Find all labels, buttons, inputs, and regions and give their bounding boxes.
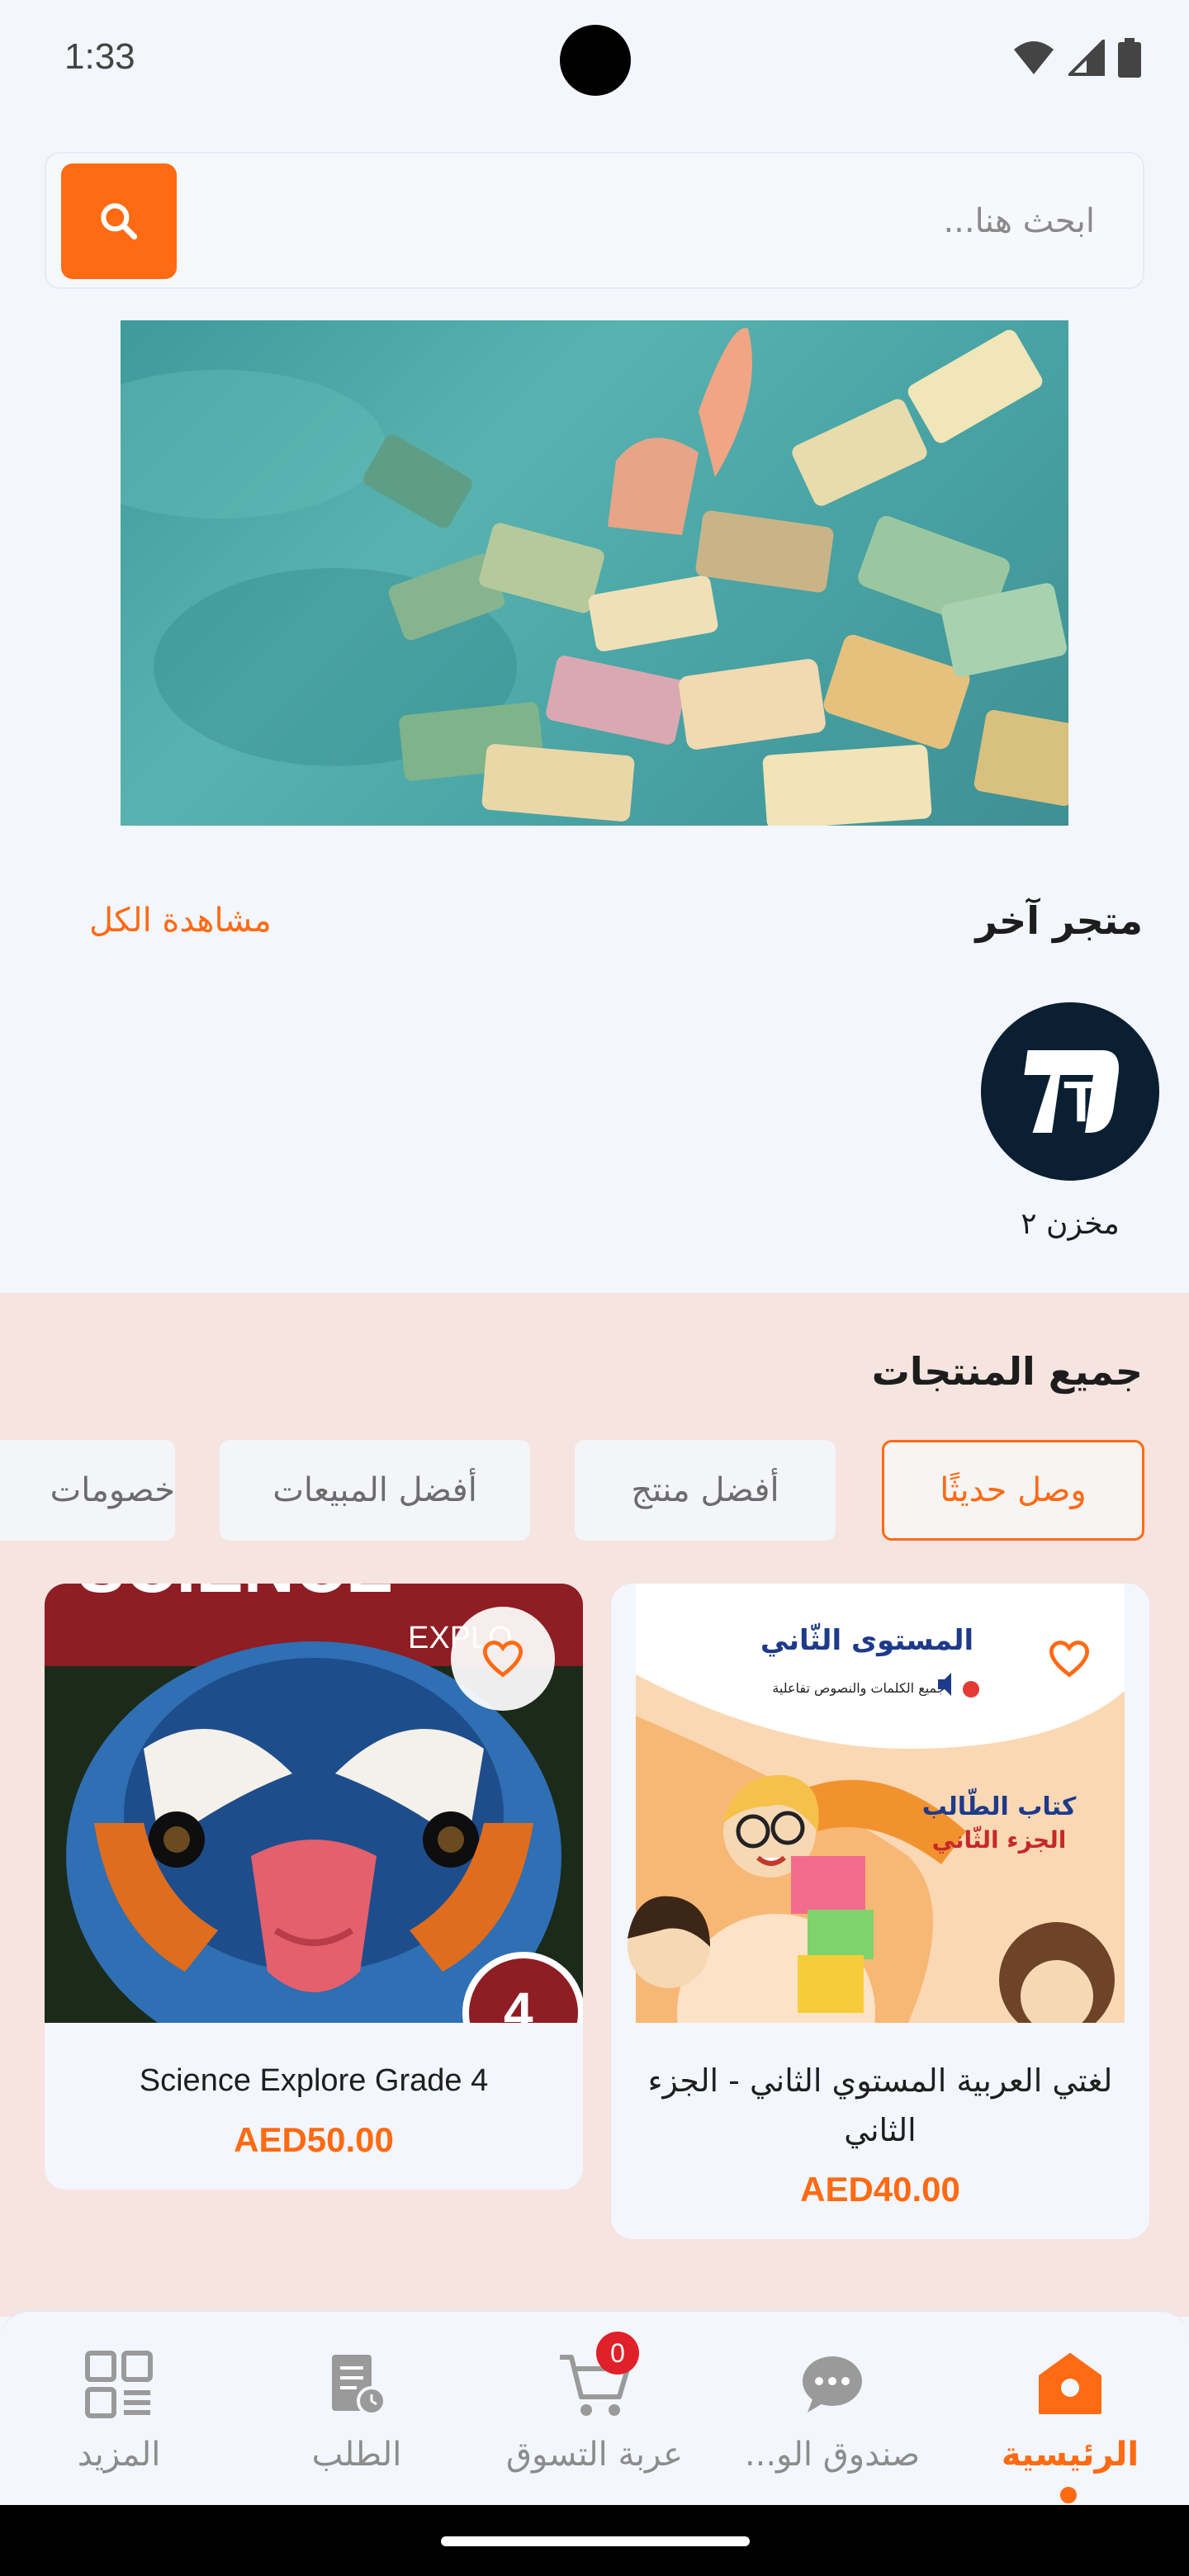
heart-icon [1049,1641,1090,1678]
wifi-icon [1014,41,1054,74]
camera-cutout [560,25,631,96]
heart-icon [482,1641,523,1678]
product-price: AED50.00 [234,2120,394,2159]
active-indicator [1060,2487,1077,2503]
status-icons [1012,38,1141,78]
product-card-arabic[interactable]: المستوى الثّاني جميع الكلمات والنصوص تفا… [611,1584,1149,2239]
arabic-cover-book: كتاب الطّالب [922,1788,1077,1821]
banner-books-illustration [121,328,1068,826]
product-filter-tabs: وصل حديثًا أفضل منتج أفضل المبيعات خصوما… [0,1440,1189,1542]
product-title: لغتي العربية المستوي الثاني - الجزء الثا… [647,2062,1113,2148]
science-cover-grade: 4 [504,1982,533,2023]
grid-icon [79,2345,159,2424]
search-bar [45,152,1144,289]
nav-label: عربة التسوق [506,2436,683,2474]
store-logo[interactable]: T [981,1002,1159,1181]
arabic-cover-tagline: جميع الكلمات والنصوص تفاعلية [772,1680,945,1697]
nav-label: صندوق الو... [744,2436,921,2474]
product-title: Science Explore Grade 4 [139,2063,489,2098]
search-icon [101,203,138,240]
signal-icon [1068,40,1105,76]
tab-new-arrivals[interactable]: وصل حديثًا [882,1440,1144,1541]
home-gesture-handle[interactable] [441,2536,750,2546]
search-button[interactable] [61,163,177,279]
products-section-title: جميع المنتجات [871,1349,1143,1394]
nav-label: الرئيسية [1001,2436,1139,2474]
nav-label: الطلب [311,2436,402,2474]
promo-banner[interactable] [121,320,1068,826]
nav-item-inbox[interactable]: صندوق الو... [713,2345,951,2493]
tab-best-product[interactable]: أفضل منتج [575,1440,836,1541]
cart-badge: 0 [596,2332,639,2375]
store-logo-letter: T [1063,1069,1099,1134]
science-cover-title: SCIENCE [78,1584,393,1608]
search-input[interactable] [269,183,1095,259]
cart-icon: 0 [555,2332,639,2424]
nav-item-orders[interactable]: الطلب [238,2345,476,2493]
home-icon [1030,2345,1110,2424]
tab-discounts[interactable]: خصومات [0,1440,175,1541]
product-card-science[interactable]: SCIENCE EXPLO 4 Science Explore Grade 4 … [45,1584,583,2190]
product-image-arabic: المستوى الثّاني جميع الكلمات والنصوص تفا… [611,1584,1149,2023]
arabic-cover-part: الجزء الثّاني [932,1825,1067,1854]
nav-item-more[interactable]: المزيد [0,2345,238,2493]
battery-icon [1118,38,1141,78]
favorite-button[interactable] [1017,1607,1121,1711]
status-bar: 1:33 [0,0,1189,124]
favorite-button[interactable] [451,1607,555,1711]
arabic-cover-level: المستوى الثّاني [760,1624,973,1657]
nav-item-cart[interactable]: 0 عربة التسوق [476,2332,713,2493]
stores-section-title: متجر آخر [975,898,1143,943]
order-icon [317,2345,396,2424]
store-logo-mark: T [1024,1050,1119,1134]
tab-best-sellers[interactable]: أفضل المبيعات [220,1440,530,1541]
nav-label: المزيد [77,2436,161,2474]
product-price: AED40.00 [800,2170,960,2209]
product-image-science: SCIENCE EXPLO 4 [45,1584,583,2023]
status-time: 1:33 [64,36,135,77]
see-all-link[interactable]: مشاهدة الكل [89,902,272,940]
chat-icon [793,2345,872,2424]
bottom-navigation: المزيد الطلب 0 عربة التسوق صندوق الو... … [0,2310,1189,2505]
store-name[interactable]: مخزن ٢ [981,1207,1159,1241]
nav-item-home[interactable]: الرئيسية [951,2345,1189,2503]
